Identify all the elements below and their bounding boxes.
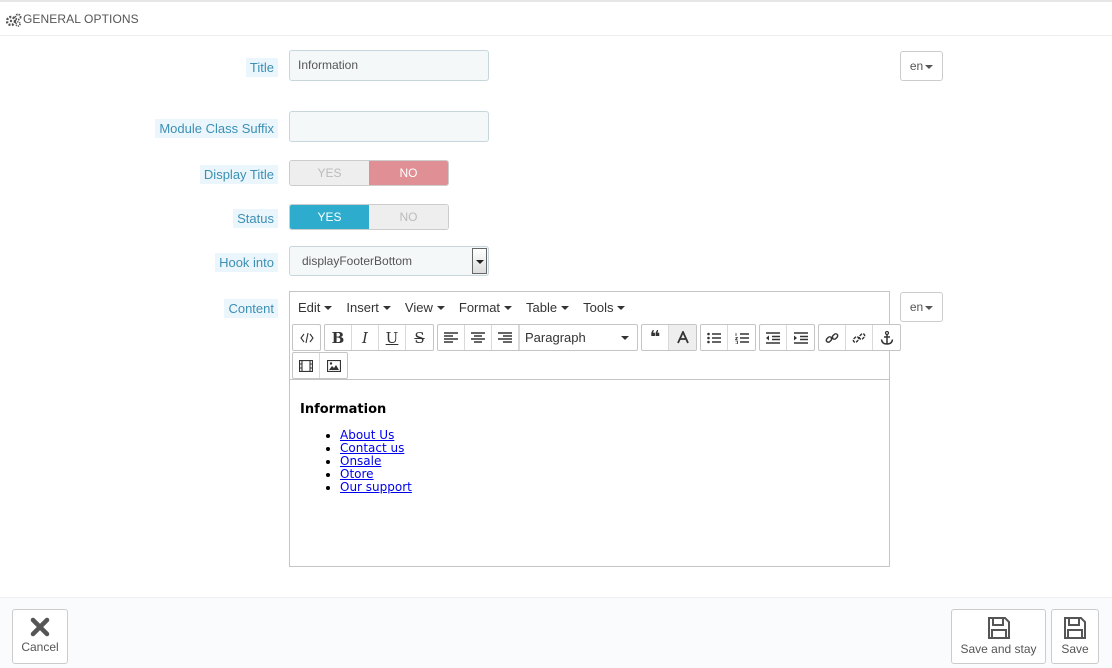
status-yes-option[interactable]: YES (290, 205, 369, 229)
text-color-icon[interactable] (669, 325, 696, 350)
caret-down-icon (925, 64, 934, 69)
media-icon[interactable] (293, 353, 320, 378)
list-item: Contact us (340, 442, 879, 455)
otore-link[interactable]: Otore (340, 467, 374, 481)
cancel-label: Cancel (21, 640, 59, 654)
image-icon[interactable] (320, 353, 347, 378)
hook-into-label: Hook into (215, 253, 278, 272)
editor-toolbar: B I U S Paragraph ❝ (290, 322, 901, 380)
save-icon (1064, 617, 1086, 639)
content-language-dropdown[interactable]: en (900, 292, 943, 322)
editor-menubar: Edit Insert View Format Table Tools (290, 292, 889, 322)
bold-icon[interactable]: B (325, 325, 352, 350)
panel-title: GENERAL OPTIONS (23, 12, 139, 26)
list-item: Our support (340, 481, 879, 494)
menu-table[interactable]: Table (526, 300, 570, 315)
rich-text-editor: Edit Insert View Format Table Tools B I … (289, 291, 901, 567)
menu-insert[interactable]: Insert (346, 300, 391, 315)
menu-view[interactable]: View (405, 300, 445, 315)
save-icon (987, 617, 1010, 639)
save-and-stay-label: Save and stay (960, 642, 1037, 656)
outdent-icon[interactable] (760, 325, 787, 350)
contact-us-link[interactable]: Contact us (340, 441, 404, 455)
close-icon (30, 617, 50, 637)
save-and-stay-button[interactable]: Save and stay (951, 609, 1046, 664)
align-right-icon[interactable] (492, 325, 519, 350)
blockquote-icon[interactable]: ❝ (642, 325, 669, 350)
title-label: Title (245, 58, 278, 77)
strikethrough-icon[interactable]: S (406, 325, 433, 350)
caret-down-icon (925, 305, 934, 310)
language-label: en (909, 300, 924, 314)
menu-tools[interactable]: Tools (583, 300, 626, 315)
status-switch[interactable]: YES NO (289, 204, 449, 230)
display-title-switch[interactable]: YES NO (289, 160, 449, 186)
cancel-button[interactable]: Cancel (12, 609, 68, 664)
source-code-icon[interactable] (293, 325, 320, 350)
align-left-icon[interactable] (438, 325, 465, 350)
link-icon[interactable] (819, 325, 846, 350)
about-us-link[interactable]: About Us (340, 428, 394, 442)
module-class-suffix-input[interactable] (289, 111, 489, 142)
onsale-link[interactable]: Onsale (340, 454, 381, 468)
status-label: Status (233, 209, 278, 228)
select-arrow-icon (472, 248, 487, 274)
hook-into-value: displayFooterBottom (302, 254, 413, 268)
numbered-list-icon[interactable] (728, 325, 755, 350)
bullet-list-icon[interactable] (701, 325, 728, 350)
align-center-icon[interactable] (465, 325, 492, 350)
indent-icon[interactable] (787, 325, 814, 350)
title-input[interactable]: Information (289, 50, 489, 81)
gears-icon (6, 13, 22, 27)
menu-format[interactable]: Format (459, 300, 513, 315)
module-class-suffix-label: Module Class Suffix (155, 119, 278, 138)
save-label: Save (1061, 642, 1089, 656)
menu-edit[interactable]: Edit (298, 300, 333, 315)
italic-icon[interactable]: I (352, 325, 379, 350)
content-heading: Information (300, 402, 387, 417)
content-label: Content (224, 299, 278, 318)
editor-content-area[interactable]: Information About Us Contact us Onsale O… (290, 380, 889, 516)
display-title-label: Display Title (199, 165, 278, 184)
list-item: Otore (340, 468, 879, 481)
unlink-icon[interactable] (846, 325, 873, 350)
list-item: Onsale (340, 455, 879, 468)
status-no-option[interactable]: NO (369, 205, 448, 229)
underline-icon[interactable]: U (379, 325, 406, 350)
display-title-no-option[interactable]: NO (369, 161, 448, 185)
save-button[interactable]: Save (1051, 609, 1099, 664)
content-link-list: About Us Contact us Onsale Otore Our sup… (300, 429, 879, 494)
block-format-select[interactable]: Paragraph (519, 325, 637, 350)
title-language-dropdown[interactable]: en (900, 51, 943, 81)
form-footer: Cancel Save and stay Save (0, 597, 1112, 668)
hook-into-select[interactable]: displayFooterBottom (289, 246, 489, 276)
panel-heading: GENERAL OPTIONS (0, 0, 1112, 36)
our-support-link[interactable]: Our support (340, 480, 412, 494)
display-title-yes-option[interactable]: YES (290, 161, 369, 185)
language-label: en (909, 59, 924, 73)
list-item: About Us (340, 429, 879, 442)
anchor-icon[interactable] (873, 325, 900, 350)
